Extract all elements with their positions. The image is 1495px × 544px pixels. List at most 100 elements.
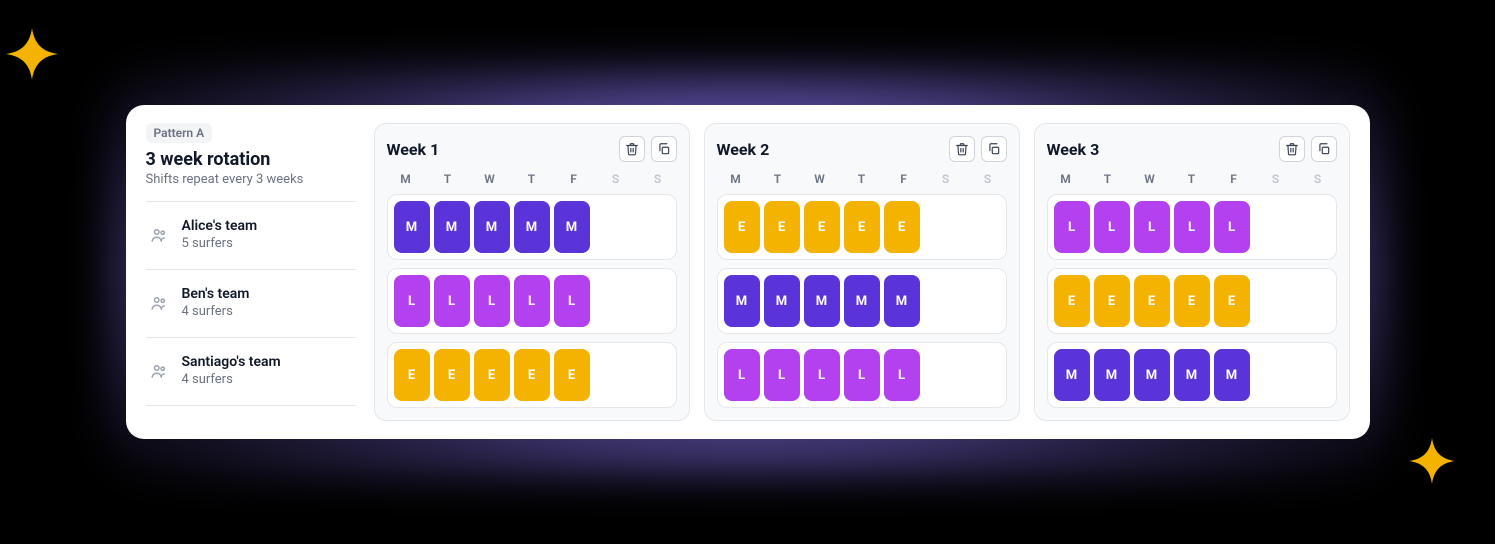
shift-chip[interactable]: M bbox=[884, 275, 920, 327]
shift-chip-empty[interactable] bbox=[964, 201, 1000, 253]
shift-chip[interactable]: L bbox=[1214, 201, 1250, 253]
shift-chip[interactable]: L bbox=[1094, 201, 1130, 253]
shift-chip[interactable]: M bbox=[804, 275, 840, 327]
day-header-label: S bbox=[927, 172, 965, 186]
day-header-label: S bbox=[969, 172, 1007, 186]
shift-chip[interactable]: M bbox=[554, 201, 590, 253]
team-row[interactable]: Ben's team 4 surfers bbox=[146, 269, 356, 337]
shift-row: EEEEE bbox=[387, 342, 677, 408]
week-panel: Week 3 MTWTFSSLLLLLEEEEEMMMMM bbox=[1034, 123, 1350, 421]
shift-chip-empty[interactable] bbox=[634, 349, 670, 401]
shift-chip[interactable]: L bbox=[724, 349, 760, 401]
shift-chip[interactable]: E bbox=[514, 349, 550, 401]
week-panel: Week 2 MTWTFSSEEEEEMMMMMLLLLL bbox=[704, 123, 1020, 421]
shift-chip[interactable]: M bbox=[724, 275, 760, 327]
delete-week-button[interactable] bbox=[949, 136, 975, 162]
shift-chip[interactable]: E bbox=[804, 201, 840, 253]
shift-chip-empty[interactable] bbox=[1254, 275, 1290, 327]
shift-chip-empty[interactable] bbox=[1254, 201, 1290, 253]
shift-row: MMMMM bbox=[387, 194, 677, 260]
shift-chip[interactable]: M bbox=[1174, 349, 1210, 401]
shift-chip[interactable]: L bbox=[474, 275, 510, 327]
shift-chip[interactable]: M bbox=[474, 201, 510, 253]
shift-row: LLLLL bbox=[387, 268, 677, 334]
team-name: Alice's team bbox=[182, 218, 258, 235]
team-row[interactable]: Alice's team 5 surfers bbox=[146, 201, 356, 269]
shift-chip[interactable]: E bbox=[884, 201, 920, 253]
shift-chip-empty[interactable] bbox=[924, 201, 960, 253]
shift-row: LLLLL bbox=[717, 342, 1007, 408]
shift-chip-empty[interactable] bbox=[594, 275, 630, 327]
week-title: Week 3 bbox=[1047, 140, 1100, 159]
shift-chip-empty[interactable] bbox=[594, 201, 630, 253]
shift-row: MMMMM bbox=[1047, 342, 1337, 408]
day-header-label: W bbox=[1131, 172, 1169, 186]
shift-chip[interactable]: L bbox=[434, 275, 470, 327]
shift-chip[interactable]: M bbox=[1214, 349, 1250, 401]
shift-chip-empty[interactable] bbox=[1254, 349, 1290, 401]
shift-chip-empty[interactable] bbox=[924, 275, 960, 327]
shift-chip[interactable]: E bbox=[844, 201, 880, 253]
team-icon bbox=[148, 292, 170, 314]
shift-chip[interactable]: E bbox=[1094, 275, 1130, 327]
shift-chip[interactable]: L bbox=[514, 275, 550, 327]
shift-chip[interactable]: E bbox=[554, 349, 590, 401]
shift-chip[interactable]: M bbox=[1054, 349, 1090, 401]
duplicate-week-button[interactable] bbox=[1311, 136, 1337, 162]
day-header-label: W bbox=[801, 172, 839, 186]
shift-chip[interactable]: L bbox=[554, 275, 590, 327]
shift-chip-empty[interactable] bbox=[1294, 349, 1330, 401]
day-header-label: F bbox=[555, 172, 593, 186]
shift-chip[interactable]: M bbox=[394, 201, 430, 253]
shift-chip[interactable]: E bbox=[1054, 275, 1090, 327]
delete-week-button[interactable] bbox=[1279, 136, 1305, 162]
shift-chip[interactable]: E bbox=[434, 349, 470, 401]
day-header-label: S bbox=[639, 172, 677, 186]
shift-chip[interactable]: E bbox=[1134, 275, 1170, 327]
shift-chip[interactable]: L bbox=[844, 349, 880, 401]
shift-chip-empty[interactable] bbox=[964, 275, 1000, 327]
team-name: Ben's team bbox=[182, 286, 250, 303]
shift-chip[interactable]: L bbox=[764, 349, 800, 401]
shift-chip[interactable]: M bbox=[1094, 349, 1130, 401]
shift-chip-empty[interactable] bbox=[1294, 275, 1330, 327]
day-header-label: T bbox=[513, 172, 551, 186]
day-header-label: M bbox=[387, 172, 425, 186]
shift-chip[interactable]: M bbox=[514, 201, 550, 253]
duplicate-week-button[interactable] bbox=[981, 136, 1007, 162]
delete-week-button[interactable] bbox=[619, 136, 645, 162]
team-icon bbox=[148, 360, 170, 382]
shift-chip[interactable]: M bbox=[844, 275, 880, 327]
shift-chip[interactable]: M bbox=[1134, 349, 1170, 401]
shift-chip[interactable]: E bbox=[474, 349, 510, 401]
shift-chip[interactable]: E bbox=[1174, 275, 1210, 327]
shift-chip-empty[interactable] bbox=[634, 201, 670, 253]
shift-chip[interactable]: L bbox=[1054, 201, 1090, 253]
shift-chip-empty[interactable] bbox=[924, 349, 960, 401]
shift-chip[interactable]: L bbox=[394, 275, 430, 327]
team-name: Santiago's team bbox=[182, 354, 281, 371]
shift-chip[interactable]: L bbox=[1134, 201, 1170, 253]
shift-chip-empty[interactable] bbox=[1294, 201, 1330, 253]
shift-chip[interactable]: E bbox=[724, 201, 760, 253]
shift-chip[interactable]: L bbox=[804, 349, 840, 401]
shift-chip[interactable]: L bbox=[1174, 201, 1210, 253]
shift-chip[interactable]: M bbox=[764, 275, 800, 327]
shift-chip-empty[interactable] bbox=[634, 275, 670, 327]
shift-chip[interactable]: E bbox=[1214, 275, 1250, 327]
duplicate-week-button[interactable] bbox=[651, 136, 677, 162]
pattern-badge: Pattern A bbox=[146, 123, 213, 143]
team-row[interactable]: Santiago's team 4 surfers bbox=[146, 337, 356, 406]
shift-chip[interactable]: E bbox=[394, 349, 430, 401]
shift-chip-empty[interactable] bbox=[594, 349, 630, 401]
day-header-label: T bbox=[1173, 172, 1211, 186]
shift-chip[interactable]: E bbox=[764, 201, 800, 253]
shift-chip[interactable]: M bbox=[434, 201, 470, 253]
day-header-label: S bbox=[597, 172, 635, 186]
shift-row: EEEEE bbox=[1047, 268, 1337, 334]
shift-chip-empty[interactable] bbox=[964, 349, 1000, 401]
week-panel: Week 1 MTWTFSSMMMMMLLLLLEEEEE bbox=[374, 123, 690, 421]
day-header-label: F bbox=[1215, 172, 1253, 186]
team-icon bbox=[148, 224, 170, 246]
shift-chip[interactable]: L bbox=[884, 349, 920, 401]
